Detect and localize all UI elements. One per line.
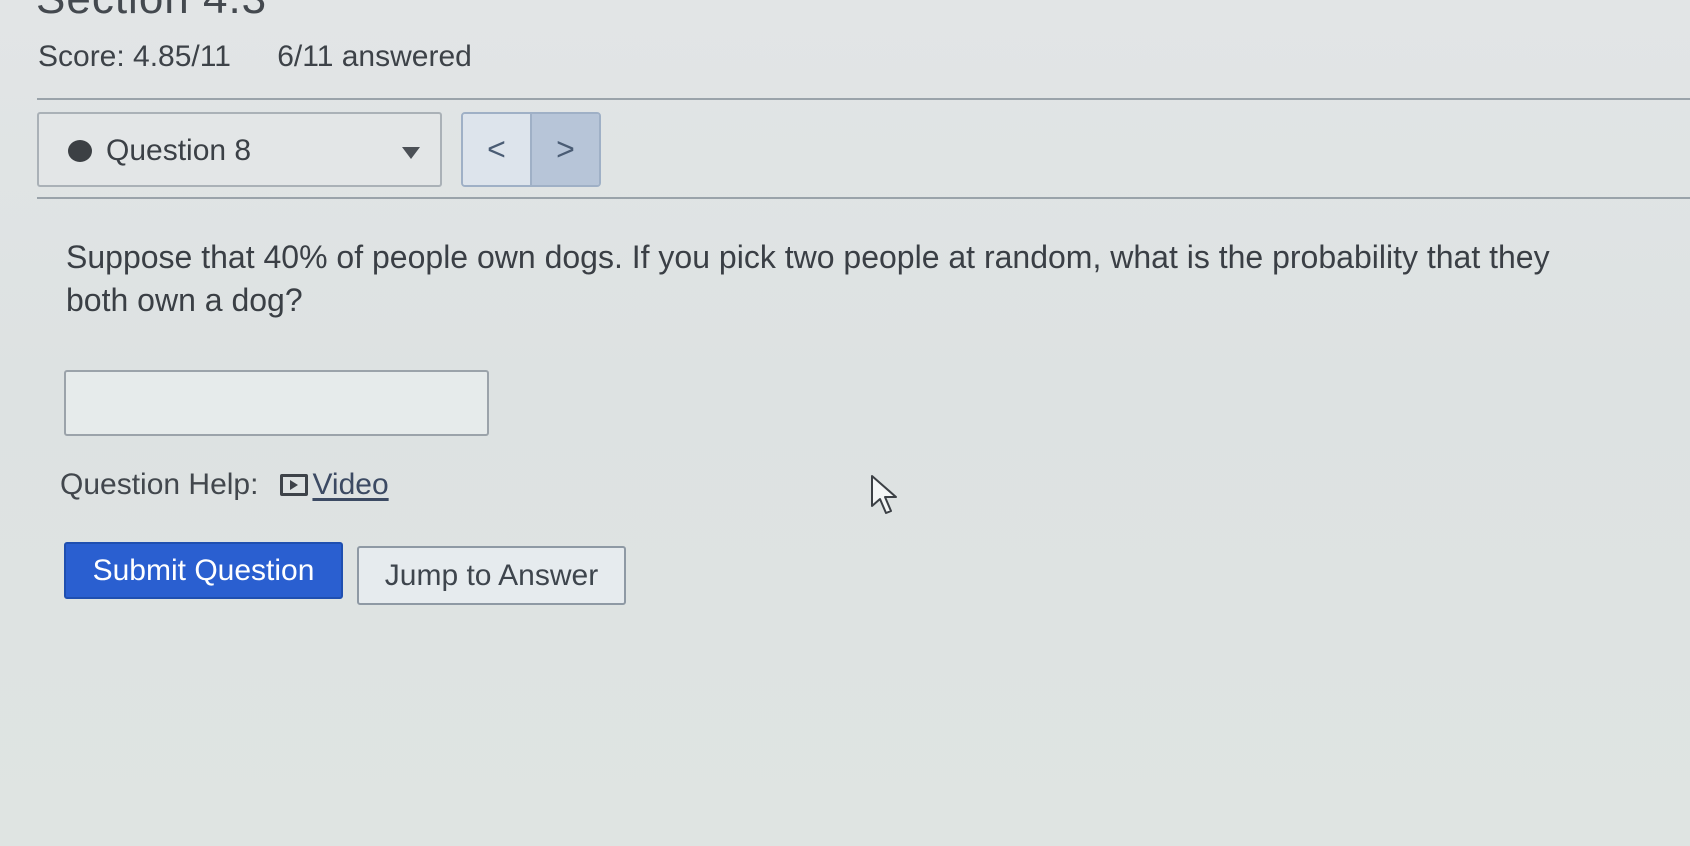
score-summary: Score: 4.85/11 6/11 answered — [38, 40, 510, 74]
mouse-cursor-icon — [871, 475, 897, 514]
divider-bottom — [37, 197, 1690, 199]
next-question-button[interactable]: > — [532, 114, 599, 185]
question-help-label: Question Help: — [60, 468, 259, 501]
answer-input[interactable] — [64, 370, 489, 436]
question-text: Suppose that 40% of people own dogs. If … — [66, 239, 1550, 318]
question-help: Question Help: Video — [60, 468, 389, 502]
chevron-right-icon: > — [556, 131, 575, 167]
video-play-icon[interactable] — [280, 474, 309, 496]
question-nav-group: < > — [461, 112, 601, 187]
question-selector[interactable]: Question 8 — [37, 112, 442, 187]
divider-top — [37, 98, 1690, 100]
answered-count: 6/11 answered — [277, 40, 472, 73]
video-help-link[interactable]: Video — [312, 468, 388, 502]
question-selector-label: Question 8 — [106, 134, 252, 167]
chevron-down-icon — [402, 147, 420, 159]
chevron-left-icon: < — [487, 131, 506, 167]
previous-question-button[interactable]: < — [463, 114, 532, 185]
submit-question-button[interactable]: Submit Question — [64, 542, 343, 599]
question-status-icon — [68, 140, 92, 162]
score-text: Score: 4.85/11 — [38, 40, 231, 73]
section-title: Section 4.3 — [36, 0, 267, 24]
jump-to-answer-button[interactable]: Jump to Answer — [357, 546, 626, 605]
